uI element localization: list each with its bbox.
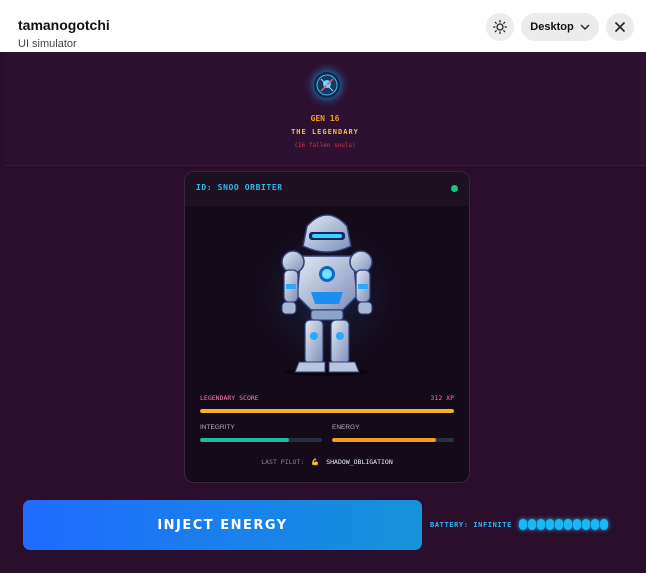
last-pilot: LAST PILOT: 💪 SHADOW_OBLIGATION: [185, 458, 469, 466]
last-pilot-name: SHADOW_OBLIGATION: [326, 458, 393, 466]
battery-cell: [528, 519, 536, 530]
titlebar: tamanogotchi UI simulator Desktop: [0, 0, 646, 52]
theme-toggle-button[interactable]: [486, 13, 514, 41]
chevron-down-icon: [580, 24, 590, 30]
close-button[interactable]: [606, 13, 634, 41]
legendary-score-bar: [200, 409, 454, 413]
close-icon: [614, 21, 626, 33]
card-header: ID: SNOO ORBITER: [185, 172, 469, 206]
fallen-souls-count: (16 fallen souls): [294, 142, 356, 149]
rank-header: GEN 16 THE LEGENDARY (16 fallen souls): [4, 52, 646, 166]
battery-cell: [591, 519, 599, 530]
rank-title: THE LEGENDARY: [291, 128, 359, 136]
battery-cell: [600, 519, 608, 530]
last-pilot-label: LAST PILOT:: [261, 458, 305, 466]
integrity-bar: [200, 438, 322, 442]
flexed-biceps-icon: 💪: [311, 458, 320, 466]
battery-cell: [537, 519, 545, 530]
battery-cell: [546, 519, 554, 530]
legendary-score-value: 312 XP: [430, 394, 454, 402]
battery-cell: [555, 519, 563, 530]
rank-emblem-icon: [314, 72, 340, 98]
energy-label: ENERGY: [332, 424, 360, 431]
inject-energy-button[interactable]: INJECT ENERGY: [23, 500, 422, 550]
app-subtitle: UI simulator: [18, 38, 77, 50]
view-mode-select[interactable]: Desktop: [521, 13, 599, 41]
energy-bar: [332, 438, 454, 442]
app-title: tamanogotchi: [18, 17, 110, 33]
status-indicator: [451, 185, 458, 192]
pet-card: ID: SNOO ORBITER LEGENDARY SCORE 312 XP …: [184, 171, 470, 483]
battery-cell: [582, 519, 590, 530]
generation-label: GEN 16: [310, 114, 340, 123]
robot-avatar: [237, 210, 417, 376]
energy-fill: [332, 438, 436, 442]
legendary-score-label: LEGENDARY SCORE: [200, 394, 259, 402]
battery-cell: [564, 519, 572, 530]
pet-id: ID: SNOO ORBITER: [196, 183, 283, 192]
battery-cell: [519, 519, 527, 530]
main-content: GEN 16 THE LEGENDARY (16 fallen souls) I…: [4, 52, 646, 569]
integrity-label: INTEGRITY: [200, 424, 235, 431]
view-mode-label: Desktop: [530, 21, 574, 33]
app-window: tamanogotchi UI simulator Desktop GEN 16…: [0, 0, 646, 573]
battery-cell: [573, 519, 581, 530]
legendary-score-fill: [200, 409, 454, 413]
battery-cells: [519, 519, 608, 530]
battery-label: BATTERY: INFINITE: [430, 521, 512, 529]
sun-icon: [493, 20, 507, 34]
integrity-fill: [200, 438, 290, 442]
